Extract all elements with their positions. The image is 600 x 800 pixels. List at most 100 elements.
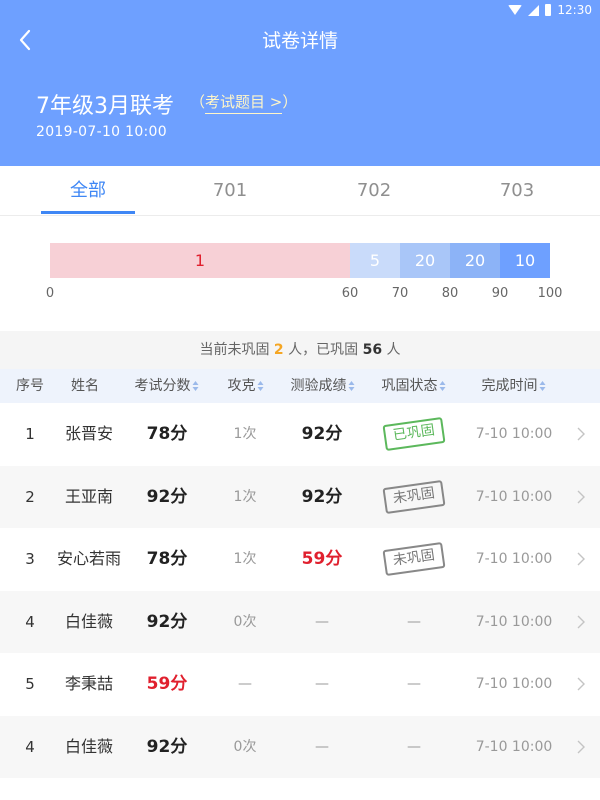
col-index: 序号 <box>16 378 44 394</box>
sort-icon <box>348 380 356 392</box>
table-row[interactable]: 2 王亚南 92分 1次 92分 未巩固 7-10 10:00 <box>0 465 600 528</box>
score-axis: 0 60 70 80 90 100 <box>0 286 600 306</box>
chevron-right-icon <box>577 490 585 503</box>
exam-questions-link[interactable]: （考试题目 >） <box>190 91 298 114</box>
row-index: 4 <box>25 612 35 631</box>
exam-score: 59分 <box>146 674 188 694</box>
axis-tick-label: 0 <box>45 286 55 301</box>
consolidation-status: — <box>407 738 421 755</box>
attempt-count: 1次 <box>233 488 257 505</box>
tab-701[interactable]: 701 <box>160 166 300 216</box>
sort-icon <box>439 380 447 392</box>
exam-score: 78分 <box>146 424 188 444</box>
row-index: 1 <box>25 425 35 443</box>
student-name: 白佳薇 <box>64 611 114 631</box>
col-quiz-score[interactable]: 测验成绩 <box>291 369 356 403</box>
row-index: 3 <box>25 550 35 568</box>
quiz-score: 92分 <box>301 424 343 444</box>
tab-703[interactable]: 703 <box>447 166 587 216</box>
quiz-score: — <box>315 738 329 755</box>
score-distribution-bar: 1 5 20 20 10 <box>50 243 550 278</box>
exam-score: 92分 <box>146 611 188 632</box>
col-attempts[interactable]: 攻克 <box>228 369 265 403</box>
chevron-right-icon <box>577 740 585 753</box>
status-time: 12:30 <box>557 3 592 17</box>
wifi-icon <box>508 5 523 15</box>
table-row[interactable]: 4 白佳薇 92分 0次 — — 7-10 10:00 <box>0 715 600 778</box>
quiz-score: 92分 <box>301 486 343 507</box>
exam-score: 78分 <box>146 549 188 569</box>
col-finish-time[interactable]: 完成时间 <box>482 369 547 403</box>
distribution-segment: 20 <box>400 243 450 278</box>
attempt-count: 1次 <box>233 551 257 567</box>
sort-icon <box>257 380 265 392</box>
exam-score: 92分 <box>146 486 188 507</box>
finish-time: 7-10 10:00 <box>475 488 553 505</box>
status-stamp: 已巩固 <box>382 416 446 452</box>
distribution-segment: 20 <box>450 243 500 278</box>
student-name: 安心若雨 <box>56 549 122 568</box>
chevron-right-icon <box>577 552 585 566</box>
row-index: 2 <box>25 487 35 506</box>
sort-icon <box>192 380 200 392</box>
active-tab-indicator <box>41 211 135 214</box>
student-name: 张晋安 <box>64 424 114 443</box>
col-exam-score[interactable]: 考试分数 <box>135 369 200 403</box>
exam-date: 2019-07-10 10:00 <box>36 124 167 140</box>
axis-tick-label: 60 <box>341 286 359 301</box>
distribution-segment: 1 <box>50 243 350 278</box>
header: 12:30 试卷详情 7年级3月联考 （考试题目 >） 2019-07-10 1… <box>0 0 600 166</box>
signal-icon <box>528 4 540 16</box>
exam-score: 92分 <box>146 736 188 757</box>
axis-tick-label: 90 <box>491 286 509 301</box>
summary-prefix: 当前未巩固 <box>199 342 274 358</box>
exam-link-close: ） <box>282 93 298 111</box>
finish-time: 7-10 10:00 <box>475 426 553 442</box>
exam-link-open: （ <box>190 93 206 111</box>
battery-icon <box>545 4 552 16</box>
status-bar: 12:30 <box>508 2 592 18</box>
page-title: 试卷详情 <box>261 30 338 52</box>
finish-time: 7-10 10:00 <box>475 738 553 755</box>
student-name: 白佳薇 <box>64 736 114 756</box>
finish-time: 7-10 10:00 <box>475 676 553 692</box>
attempt-count: 0次 <box>233 613 257 630</box>
class-tabs: 全部 701 702 703 <box>0 166 600 216</box>
student-name: 李秉喆 <box>64 674 114 693</box>
axis-tick-label: 80 <box>441 286 459 301</box>
table-row[interactable]: 1 张晋安 78分 1次 92分 已巩固 7-10 10:00 <box>0 403 600 465</box>
quiz-score: 59分 <box>301 549 343 569</box>
col-status[interactable]: 巩固状态 <box>382 369 447 403</box>
consolidated-count: 56 <box>362 342 383 358</box>
exam-link-label: 考试题目 > <box>205 93 283 114</box>
axis-tick-label: 100 <box>537 286 563 301</box>
summary-suffix: 人 <box>382 342 401 358</box>
attempt-count: 0次 <box>233 738 257 755</box>
distribution-segment: 10 <box>500 243 550 278</box>
quiz-score: — <box>315 613 329 630</box>
quiz-score: — <box>315 676 329 692</box>
attempt-count: — <box>238 676 252 692</box>
tab-702[interactable]: 702 <box>304 166 444 216</box>
finish-time: 7-10 10:00 <box>475 551 553 567</box>
unconsolidated-count: 2 <box>273 342 284 358</box>
chevron-right-icon <box>577 427 585 441</box>
student-name: 王亚南 <box>64 486 114 506</box>
status-stamp: 未巩固 <box>382 479 446 514</box>
table-header: 序号 姓名 考试分数 攻克 测验成绩 巩固状态 完成时间 <box>0 369 600 403</box>
status-stamp: 未巩固 <box>382 541 446 577</box>
consolidation-summary: 当前未巩固 2 人，已巩固 56 人 <box>0 331 600 369</box>
tab-all[interactable]: 全部 <box>18 166 158 216</box>
chevron-right-icon <box>577 615 585 628</box>
consolidation-status: — <box>407 676 421 692</box>
attempt-count: 1次 <box>233 426 257 442</box>
table-row[interactable]: 4 白佳薇 92分 0次 — — 7-10 10:00 <box>0 590 600 653</box>
row-index: 4 <box>25 737 35 756</box>
chevron-right-icon <box>577 677 585 691</box>
table-row[interactable]: 5 李秉喆 59分 — — — 7-10 10:00 <box>0 653 600 715</box>
axis-tick-label: 70 <box>391 286 409 301</box>
finish-time: 7-10 10:00 <box>475 613 553 630</box>
summary-middle: 人，已巩固 <box>283 342 363 358</box>
table-row[interactable]: 3 安心若雨 78分 1次 59分 未巩固 7-10 10:00 <box>0 528 600 590</box>
row-index: 5 <box>25 675 35 693</box>
